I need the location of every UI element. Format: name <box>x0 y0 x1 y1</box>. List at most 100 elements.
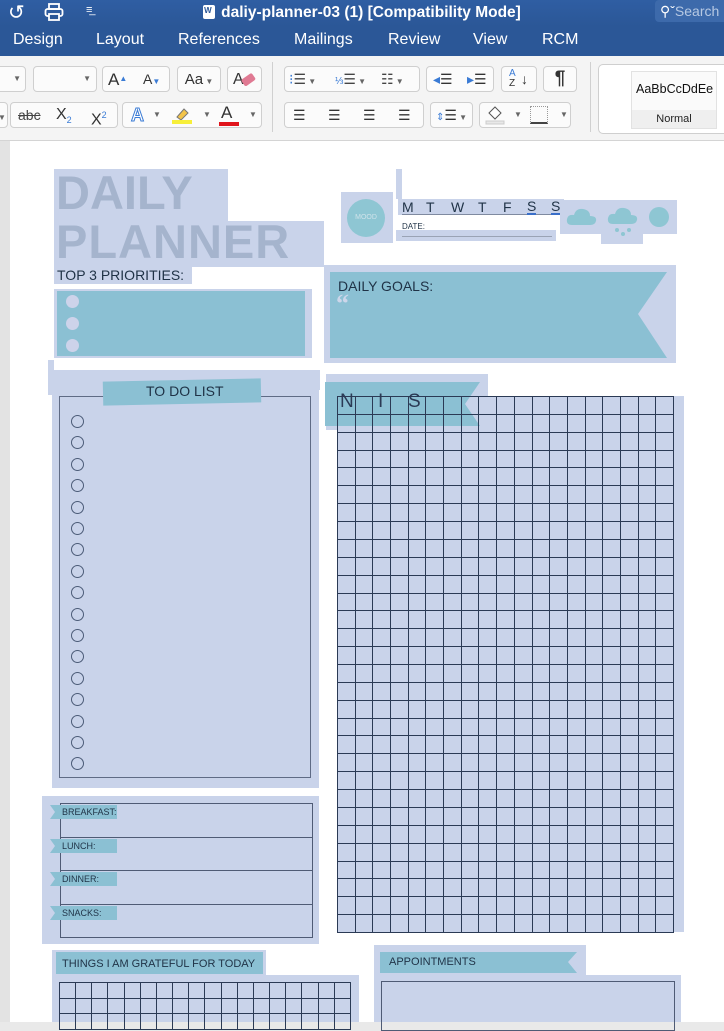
grid-cell <box>426 539 445 558</box>
weekday-1[interactable]: T <box>426 199 435 215</box>
highlight-button[interactable] <box>171 105 193 132</box>
grid-cell <box>514 790 533 808</box>
borders-button[interactable] <box>530 106 548 124</box>
grid-cell <box>355 807 374 826</box>
font-name-dropdown[interactable]: ▼ <box>0 66 26 92</box>
numbering-button[interactable]: ⅓☰ ▼ <box>335 67 366 94</box>
grid-cell <box>550 861 568 880</box>
grid-cell <box>550 397 568 415</box>
tab-review[interactable]: Review <box>388 31 440 49</box>
grid-cell <box>620 843 639 862</box>
sort-button[interactable]: A Z ↓ <box>501 66 537 92</box>
bullets-button[interactable]: ⁝☰ ▼ <box>289 67 316 94</box>
tab-mailings[interactable]: Mailings <box>294 31 353 49</box>
sun-icon[interactable] <box>649 207 669 227</box>
underline-dropdown[interactable]: ▼ <box>0 102 8 128</box>
date-line[interactable] <box>402 236 552 237</box>
superscript-button[interactable]: X2 <box>91 103 107 132</box>
indent-group: ◂☰ ▸☰ <box>426 66 494 92</box>
grow-font-button[interactable]: A▲ <box>108 67 127 92</box>
grid-cell <box>338 629 356 648</box>
grid-cell <box>497 736 515 755</box>
appointments-box[interactable] <box>381 981 675 1031</box>
multilevel-list-button[interactable]: ☷ ▼ <box>381 67 404 94</box>
grid-cell <box>461 468 480 487</box>
grid-cell <box>532 486 551 505</box>
grid-cell <box>355 647 374 665</box>
grid-cell <box>479 611 498 630</box>
grid-cell <box>444 504 462 523</box>
shading-button[interactable] <box>484 103 506 132</box>
todo-checkbox[interactable] <box>71 457 84 471</box>
grid-cell <box>656 807 674 826</box>
todo-checkbox[interactable] <box>71 714 84 728</box>
text-effects-button[interactable]: A <box>131 103 145 127</box>
notes-grid[interactable] <box>337 396 674 933</box>
grid-cell <box>550 575 568 594</box>
increase-indent-button[interactable]: ▸☰ <box>467 67 487 91</box>
font-color-dropdown[interactable]: ▼ <box>249 103 257 127</box>
tab-rcm[interactable]: RCM <box>542 31 578 49</box>
style-normal[interactable]: AaBbCcDdEe Normal <box>631 71 717 129</box>
align-center-button[interactable]: ☰ <box>328 103 341 127</box>
font-size-dropdown[interactable]: ▼ <box>33 66 97 92</box>
tab-view[interactable]: View <box>473 31 507 49</box>
grid-cell <box>603 772 621 791</box>
grid-cell <box>444 897 462 916</box>
tab-references[interactable]: References <box>178 31 260 49</box>
highlight-dropdown[interactable]: ▼ <box>203 103 211 127</box>
grid-cell <box>76 998 93 1015</box>
weekday-0[interactable]: M <box>402 199 414 215</box>
todo-checkbox[interactable] <box>71 522 84 535</box>
grid-cell <box>444 575 462 594</box>
grid-cell <box>391 915 409 933</box>
change-case-button[interactable]: Aa ▼ <box>177 66 221 92</box>
align-right-button[interactable]: ☰ <box>363 103 376 127</box>
borders-dropdown[interactable]: ▼ <box>560 103 568 127</box>
weekday-2[interactable]: W <box>451 199 464 215</box>
mood-circle[interactable]: MOOD <box>347 199 385 237</box>
weekday-3[interactable]: T <box>478 199 487 215</box>
todo-checkbox[interactable] <box>71 607 84 621</box>
grid-cell <box>334 998 351 1015</box>
cloud-icon[interactable] <box>566 205 598 227</box>
grid-cell <box>408 486 427 505</box>
grid-cell <box>373 522 392 540</box>
tab-design[interactable]: Design <box>13 31 63 49</box>
ribbon-separator <box>590 62 591 132</box>
decrease-indent-button[interactable]: ◂☰ <box>433 67 453 91</box>
todo-checkbox[interactable] <box>71 671 84 685</box>
grid-cell <box>408 432 427 451</box>
subscript-button[interactable]: X2 <box>56 103 72 132</box>
justify-button[interactable]: ☰ <box>398 103 411 127</box>
todo-checkbox[interactable] <box>71 415 84 428</box>
search-input[interactable]: Search <box>675 3 719 19</box>
shrink-font-button[interactable]: A▼ <box>143 67 160 94</box>
font-color-button[interactable]: A <box>219 101 239 126</box>
strikethrough-button[interactable]: abc <box>18 103 41 127</box>
priorities-box[interactable] <box>57 291 305 356</box>
grid-cell <box>391 414 409 433</box>
clear-formatting-button[interactable]: A <box>227 66 262 92</box>
line-spacing-button[interactable]: ⇕☰ ▼ <box>430 102 473 128</box>
shading-dropdown[interactable]: ▼ <box>514 103 522 127</box>
grid-cell <box>514 432 533 451</box>
grid-cell <box>355 432 374 451</box>
rain-cloud-icon[interactable] <box>607 204 639 240</box>
todo-checkbox[interactable] <box>71 500 84 514</box>
todo-checkbox[interactable] <box>71 629 84 642</box>
grid-cell <box>479 754 498 773</box>
search-box[interactable]: ⚲ˇSearch <box>655 0 724 22</box>
grateful-grid[interactable] <box>59 982 351 1030</box>
grid-cell <box>620 790 639 808</box>
align-left-button[interactable]: ☰ <box>293 103 306 127</box>
show-formatting-button[interactable]: ¶ <box>543 66 577 92</box>
weekday-5[interactable]: S <box>527 199 537 215</box>
todo-checkbox[interactable] <box>71 736 84 749</box>
text-effects-dropdown[interactable]: ▼ <box>153 103 161 127</box>
grid-cell <box>514 754 533 773</box>
tab-layout[interactable]: Layout <box>96 31 144 49</box>
weekday-4[interactable]: F <box>503 199 512 215</box>
todo-checkbox[interactable] <box>71 564 84 578</box>
weekday-6[interactable]: S <box>551 199 561 215</box>
